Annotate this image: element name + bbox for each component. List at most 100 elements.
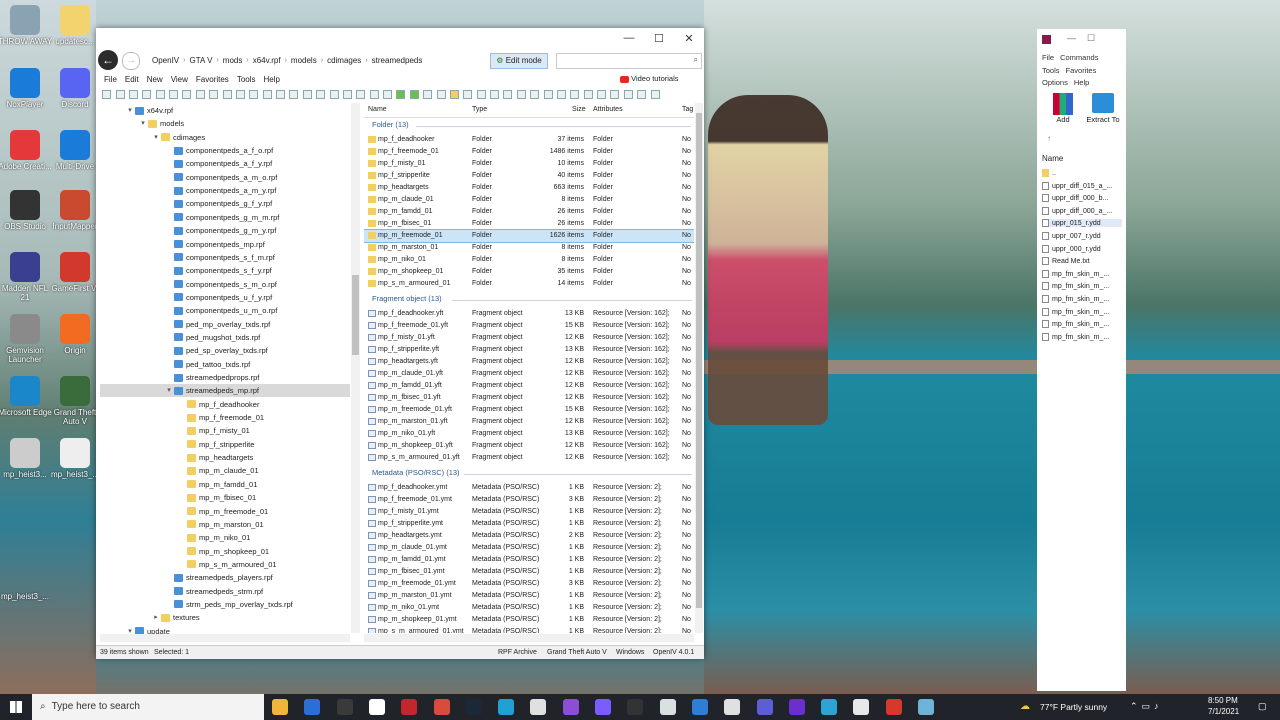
toolbar-icon[interactable]: [409, 89, 419, 99]
winrar-menu-commands[interactable]: Commands: [1060, 53, 1098, 62]
list-row[interactable]: mp_s_m_armoured_01 Folder 14 items Folder No: [364, 278, 694, 290]
toolbar-icon[interactable]: [597, 89, 607, 99]
taskbar-app-icon[interactable]: [724, 699, 741, 715]
menu-edit[interactable]: Edit: [121, 75, 143, 84]
group-header[interactable]: Fragment object (13): [372, 294, 442, 303]
tree-item[interactable]: componentpeds_a_m_y.rpf: [164, 184, 276, 197]
toolbar-icon[interactable]: [383, 89, 393, 99]
tree-scroll-thumb[interactable]: [352, 275, 359, 355]
toolbar-icon[interactable]: [516, 89, 526, 99]
menu-file[interactable]: File: [100, 75, 121, 84]
list-row[interactable]: mp_headtargets Folder 663 items Folder No: [364, 182, 694, 194]
toolbar-icon[interactable]: [650, 89, 660, 99]
desktop-icon[interactable]: Gemvision Launcher: [0, 314, 53, 364]
expand-arrow-icon[interactable]: ▾: [125, 104, 135, 117]
toolbar-icon[interactable]: [169, 89, 179, 99]
taskbar-app-icon[interactable]: [627, 699, 644, 715]
tree-item[interactable]: mp_m_claude_01: [177, 464, 259, 477]
breadcrumb-item[interactable]: streamedpeds: [368, 56, 427, 65]
winrar-maximize-button[interactable]: ☐: [1087, 33, 1095, 44]
toolbar-icon[interactable]: [235, 89, 245, 99]
column-attributes[interactable]: Attributes: [593, 106, 623, 113]
close-button[interactable]: ✕: [674, 32, 704, 45]
toolbar-icon[interactable]: [610, 89, 620, 99]
list-row[interactable]: mp_f_misty_01.ymt Metadata (PSO/RSC) 1 KB R…: [364, 506, 694, 518]
list-row[interactable]: mp_f_deadhooker Folder 37 items Folder No: [364, 134, 694, 146]
toolbar-icon[interactable]: [570, 89, 580, 99]
winrar-menu-help[interactable]: Help: [1074, 78, 1089, 87]
tree-item[interactable]: ped_mp_overlay_txds.rpf: [164, 318, 270, 331]
toolbar-icon[interactable]: [356, 89, 366, 99]
tray-icons[interactable]: ⌃▭♪: [1130, 701, 1163, 712]
tree-item[interactable]: ▾ cdimages: [151, 131, 205, 144]
toolbar-icon[interactable]: [115, 89, 125, 99]
clock-time[interactable]: 8:50 PM: [1208, 696, 1238, 705]
desktop-icon[interactable]: Adobe Creati...: [0, 130, 53, 171]
archive-file-row[interactable]: ..: [1042, 169, 1122, 177]
taskbar-app-icon[interactable]: [433, 699, 450, 715]
toolbar-icon[interactable]: [637, 89, 647, 99]
tree-item[interactable]: componentpeds_g_m_y.rpf: [164, 224, 276, 237]
archive-file-row[interactable]: uppr_015_r.ydd: [1042, 219, 1122, 228]
column-size[interactable]: Size: [572, 106, 586, 113]
toolbar-icon[interactable]: [423, 89, 433, 99]
archive-file-row[interactable]: uppr_diff_000_a_...: [1042, 206, 1122, 215]
list-row[interactable]: mp_f_stripperlite Folder 40 items Folder No: [364, 170, 694, 182]
list-row[interactable]: mp_m_fbisec_01.yft Fragment object 12 KB Re…: [364, 392, 694, 404]
taskbar-app-icon[interactable]: [368, 699, 385, 715]
list-hscrollbar[interactable]: [364, 634, 694, 642]
toolbar-icon[interactable]: [222, 89, 232, 99]
taskbar-app-icon[interactable]: [304, 699, 321, 715]
taskbar-app-icon[interactable]: [821, 699, 838, 715]
list-row[interactable]: mp_m_freemode_01.ymt Metadata (PSO/RSC) 3 …: [364, 578, 694, 590]
list-row[interactable]: mp_m_freemode_01.yft Fragment object 15 KB…: [364, 404, 694, 416]
taskbar-app-icon[interactable]: [595, 699, 611, 715]
menu-new[interactable]: New: [143, 75, 167, 84]
toolbar-icon[interactable]: [342, 89, 352, 99]
taskbar-app-icon[interactable]: [562, 699, 579, 715]
winrar-menu-file[interactable]: File: [1042, 53, 1054, 62]
list-row[interactable]: mp_m_fbisec_01.ymt Metadata (PSO/RSC) 1 KB…: [364, 566, 694, 578]
desktop-icon[interactable]: mp_heist3_...: [47, 438, 103, 479]
back-button[interactable]: ←: [98, 50, 118, 70]
toolbar-icon[interactable]: [276, 89, 286, 99]
list-row[interactable]: mp_m_freemode_01 Folder 1626 items Folder No: [364, 229, 694, 243]
list-row[interactable]: mp_f_misty_01.yft Fragment object 12 KB Res…: [364, 332, 694, 344]
tree-item[interactable]: mp_s_m_armoured_01: [177, 558, 277, 571]
menu-tools[interactable]: Tools: [233, 75, 260, 84]
tree-item[interactable]: componentpeds_a_f_y.rpf: [164, 157, 272, 170]
toolbar-icon[interactable]: [209, 89, 219, 99]
toolbar-icon[interactable]: [396, 89, 406, 99]
tree-item[interactable]: mp_f_freemode_01: [177, 411, 264, 424]
winrar-minimize-button[interactable]: —: [1067, 33, 1076, 43]
expand-arrow-icon[interactable]: ▾: [151, 131, 161, 144]
desktop-icon[interactable]: Madden NFL 21: [0, 252, 53, 302]
winrar-menu-favorites[interactable]: Favorites: [1066, 66, 1097, 75]
list-row[interactable]: mp_m_fbisec_01 Folder 26 items Folder No: [364, 218, 694, 230]
list-row[interactable]: mp_m_famdd_01 Folder 26 items Folder No: [364, 206, 694, 218]
list-row[interactable]: mp_f_stripperlite.yft Fragment object 13 K…: [364, 344, 694, 356]
tree-item[interactable]: streamedpedprops.rpf: [164, 371, 259, 384]
tree-item[interactable]: componentpeds_u_f_y.rpf: [164, 291, 272, 304]
taskbar-app-icon[interactable]: [530, 699, 547, 715]
desktop-icon[interactable]: Grand Theft Auto V: [47, 376, 103, 426]
tree-item[interactable]: componentpeds_g_f_y.rpf: [164, 197, 272, 210]
tree-hscrollbar[interactable]: [100, 634, 350, 642]
breadcrumb-item[interactable]: cdimages: [323, 56, 365, 65]
column-name[interactable]: Name: [368, 106, 387, 113]
desktop-icon[interactable]: InputMapper: [47, 190, 103, 231]
winrar-column-name[interactable]: Name: [1042, 154, 1063, 163]
breadcrumb-item[interactable]: x64v.rpf: [249, 56, 285, 65]
tree-item[interactable]: componentpeds_s_f_y.rpf: [164, 264, 272, 277]
tree-item[interactable]: componentpeds_s_f_m.rpf: [164, 251, 275, 264]
archive-file-row[interactable]: mp_fm_skin_m_...: [1042, 332, 1122, 341]
toolbar-icon[interactable]: [463, 89, 473, 99]
toolbar-icon[interactable]: [583, 89, 593, 99]
search-input[interactable]: ⌕: [556, 53, 702, 69]
tree-item[interactable]: mp_f_deadhooker: [177, 398, 259, 411]
toolbar-icon[interactable]: [476, 89, 486, 99]
tree-item[interactable]: streamedpeds_players.rpf: [164, 571, 273, 584]
list-row[interactable]: mp_m_shopkeep_01 Folder 35 items Folder No: [364, 266, 694, 278]
toolbar-icon[interactable]: [289, 89, 299, 99]
add-button[interactable]: Add: [1051, 93, 1075, 124]
